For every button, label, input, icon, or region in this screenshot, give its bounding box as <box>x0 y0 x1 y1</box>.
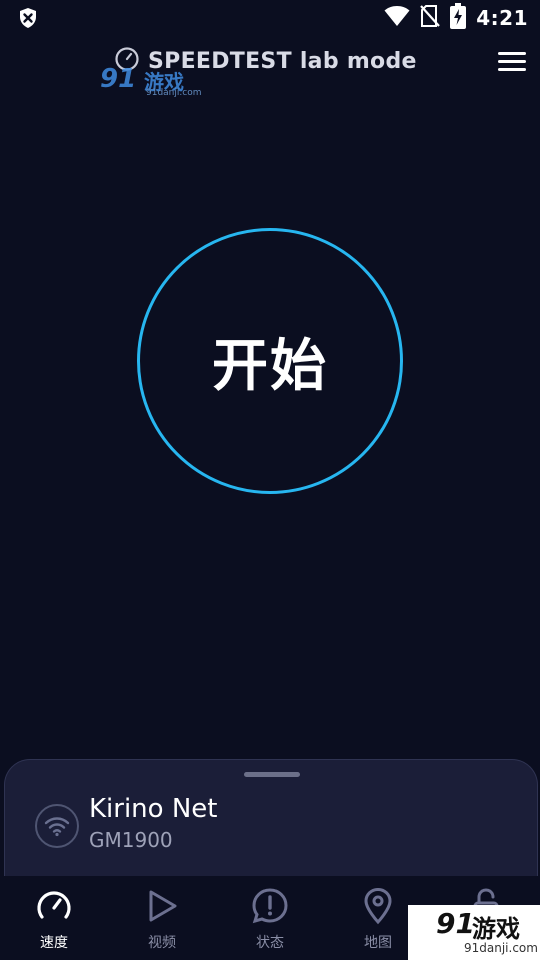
shield-x-icon <box>16 6 40 30</box>
watermark-text: 游戏 <box>472 915 520 943</box>
watermark-url: 91danji.com <box>464 941 538 955</box>
watermark-url: 91danji.com <box>146 88 202 98</box>
hamburger-menu-icon-bar <box>498 59 526 63</box>
network-info-sheet[interactable]: Kirino Net GM1900 <box>4 759 538 889</box>
nav-label-video: 视频 <box>148 935 176 951</box>
no-sim-icon <box>420 4 441 32</box>
watermark-logo-bottom: 91 游戏 91danji.com <box>408 905 540 960</box>
status-icons: 4:21 <box>384 3 528 33</box>
menu-button[interactable] <box>498 46 530 76</box>
battery-charging-icon <box>450 3 467 33</box>
status-bar: 4:21 <box>0 0 540 36</box>
start-test-button[interactable]: 开始 <box>137 228 403 494</box>
play-icon <box>142 886 182 926</box>
start-button-label: 开始 <box>212 333 328 399</box>
map-pin-icon <box>358 886 398 926</box>
speedometer-icon <box>34 886 74 926</box>
watermark-number: 91 <box>436 907 475 940</box>
hamburger-menu-icon <box>498 51 526 55</box>
wifi-icon <box>384 5 410 31</box>
status-time: 4:21 <box>476 6 528 30</box>
nav-label-status: 状态 <box>256 935 284 951</box>
alert-bubble-icon <box>250 886 290 926</box>
nav-label-map: 地图 <box>364 935 392 951</box>
nav-item-video[interactable]: 视频 <box>108 876 216 960</box>
hamburger-menu-icon-bar <box>498 67 526 71</box>
network-wifi-icon <box>35 804 79 848</box>
nav-label-speed: 速度 <box>40 935 68 951</box>
nav-item-speed[interactable]: 速度 <box>0 876 108 960</box>
network-name: Kirino Net <box>89 794 218 824</box>
app-header: SPEEDTEST lab mode <box>0 40 540 84</box>
watermark-number: 91 <box>100 64 137 94</box>
network-device: GM1900 <box>89 828 173 852</box>
sheet-drag-handle[interactable] <box>244 772 300 777</box>
watermark-logo-top: 91 游戏 91danji.com <box>100 64 202 100</box>
nav-item-status[interactable]: 状态 <box>216 876 324 960</box>
speedtest-screen: 4:21 SPEEDTEST lab mode 91 游戏 91danji.co… <box>0 0 540 960</box>
